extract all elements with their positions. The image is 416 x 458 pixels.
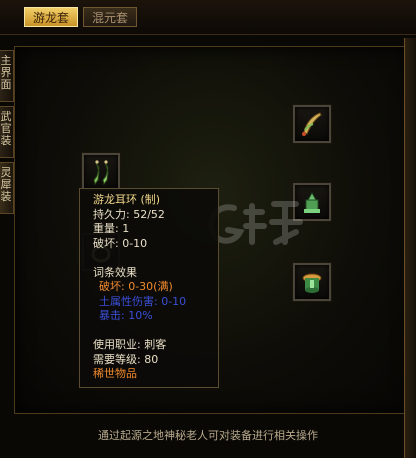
tooltip-item-name: 游龙耳环 (制): [93, 193, 161, 206]
equip-slot-bracelet[interactable]: [293, 263, 331, 301]
side-tab-main-label: 主界面: [0, 54, 12, 91]
tooltip-affix-damage: 破坏: 0-30(满): [99, 280, 173, 293]
equip-slot-earring[interactable]: [82, 153, 120, 191]
side-tab-lingxi-label: 灵犀装: [0, 166, 12, 203]
tooltip-affix-earth-damage: 土属性伤害: 0-10: [99, 294, 187, 308]
tab-hunyuan-set[interactable]: 混元套: [83, 7, 137, 27]
frame-right-edge: [404, 38, 416, 458]
top-tab-bar: 游龙套 混元套: [0, 0, 416, 35]
bracelet-icon: [302, 273, 322, 293]
earring-icon: [93, 160, 109, 186]
tooltip-job: 使用职业: 刺客: [93, 338, 167, 351]
item-tooltip: 游龙耳环 (制) 持久力: 52/52 重量: 1 破坏: 0-10 词条效果 …: [79, 188, 219, 388]
tooltip-durability: 持久力: 52/52: [93, 207, 165, 221]
tooltip-level: 需要等级: 80: [93, 352, 159, 366]
footer-hint: 通过起源之地神秘老人可对装备进行相关操作: [98, 429, 318, 442]
tooltip-affix-header: 词条效果: [93, 265, 137, 279]
side-tab-lingxi[interactable]: 灵犀装: [0, 162, 14, 214]
tooltip-damage: 破坏: 0-10: [93, 236, 148, 250]
side-tab-wuguan-label: 武官装: [0, 110, 12, 147]
side-tab-main[interactable]: 主界面: [0, 50, 14, 102]
tooltip-affix-crit: 暴击: 10%: [99, 309, 153, 322]
side-tab-wuguan[interactable]: 武官装: [0, 106, 14, 158]
feather-pendant-icon: [302, 112, 322, 136]
equip-slot-pendant[interactable]: [293, 105, 331, 143]
tab-youlong-set[interactable]: 游龙套: [24, 7, 78, 27]
tooltip-weight: 重量: 1: [93, 222, 130, 235]
tooltip-rarity: 稀世物品: [93, 367, 137, 380]
